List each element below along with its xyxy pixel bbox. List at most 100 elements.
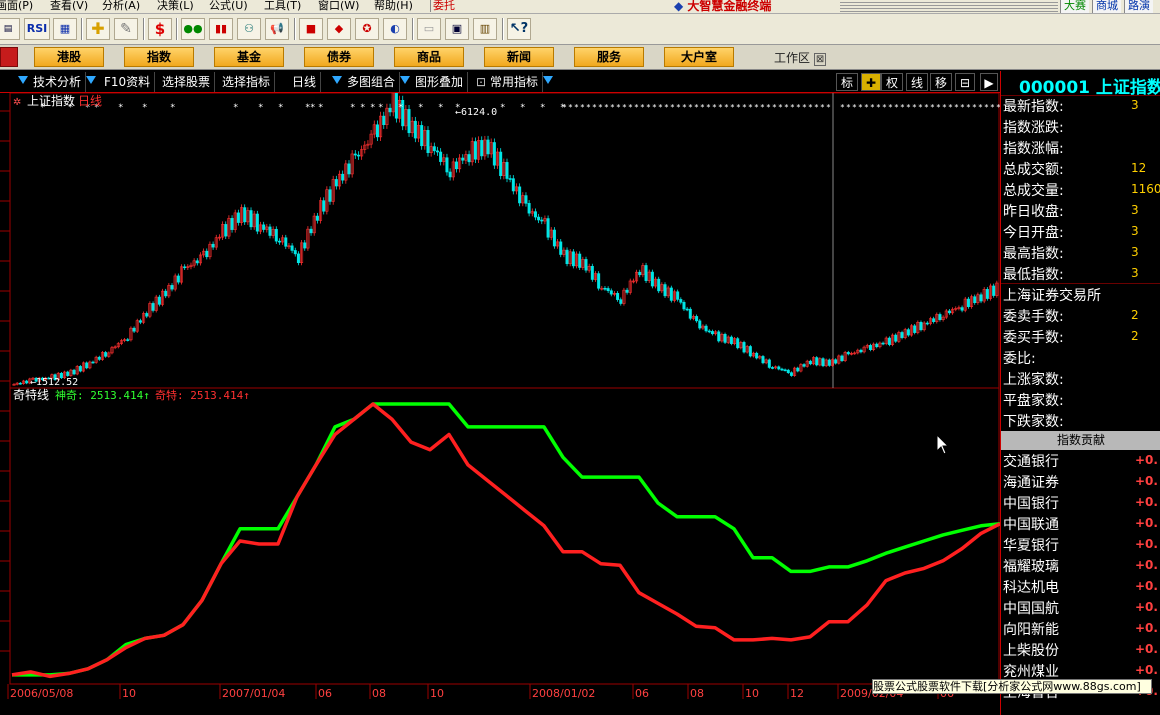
menu-item-tools[interactable]: 工具(T) — [264, 0, 301, 12]
ruler-icon[interactable]: ✎ — [114, 18, 138, 40]
nav-fund[interactable]: 基金 — [214, 47, 284, 67]
contribution-stock-name[interactable]: 交通银行 — [1003, 451, 1059, 471]
tab-technical-analysis[interactable]: 技术分析 — [29, 72, 87, 92]
nav-commodity[interactable]: 商品 — [394, 47, 464, 67]
help-cursor-icon[interactable]: ↖? — [507, 18, 531, 40]
workspace-close-icon[interactable]: ⊠ — [813, 53, 827, 66]
order-field-label: 委买手数: — [1003, 330, 1064, 346]
candle-body — [104, 352, 108, 357]
crosshair-button-icon[interactable]: ✚ — [861, 73, 881, 91]
rights-button[interactable]: 权 — [881, 73, 903, 91]
tab-f10[interactable]: F10资料 — [100, 72, 156, 92]
dropdown-arrow-icon[interactable] — [18, 76, 28, 84]
roadshow-link[interactable]: 路演 — [1124, 0, 1153, 13]
trade-button[interactable]: 委托 — [430, 0, 455, 12]
indicator-legend-shenqi: 神奇: 2513.414↑ — [55, 388, 150, 402]
quote-field-label: 总成交额: — [1003, 162, 1064, 178]
candle-body — [808, 360, 812, 365]
menu-item-decision[interactable]: 决策(L) — [157, 0, 194, 12]
contribution-stock-name[interactable]: 中国联通 — [1003, 514, 1059, 534]
candle-body — [25, 380, 29, 384]
candle-body — [616, 293, 620, 300]
contest-link[interactable]: 大赛 — [1060, 0, 1089, 13]
nav-index[interactable]: 指数 — [124, 47, 194, 67]
nav-hk-stock[interactable]: 港股 — [34, 47, 104, 67]
dropdown-arrow-icon[interactable] — [400, 76, 410, 84]
dollar-icon[interactable]: $ — [148, 18, 172, 40]
print-icon[interactable]: ▭ — [417, 18, 441, 40]
nav-service[interactable]: 服务 — [574, 47, 644, 67]
grid-view-icon[interactable]: ▤ — [0, 18, 20, 40]
contribution-stock-name[interactable]: 中国银行 — [1003, 493, 1059, 513]
binocular-icon[interactable]: ⚇ — [237, 18, 261, 40]
dropdown-arrow-icon[interactable] — [86, 76, 96, 84]
chart-area[interactable]: * * * * * * * * * * * * * * * * * * * * * * * * * * * * * * * * * * * * * * * *… — [0, 87, 1001, 700]
x-axis-label: 2008/01/02 — [532, 687, 595, 699]
line-button[interactable]: 线 — [906, 73, 928, 91]
star-marker: * — [778, 103, 783, 112]
nav-bond[interactable]: 债券 — [304, 47, 374, 67]
tab-daily[interactable]: 日线 — [288, 72, 322, 92]
mall-link[interactable]: 商城 — [1092, 0, 1121, 13]
star-marker: * — [912, 103, 917, 112]
candle-body — [729, 336, 733, 344]
contribution-stock-name[interactable]: 海通证券 — [1003, 472, 1059, 492]
menu-item-screen[interactable]: 画面(P) — [0, 0, 33, 12]
icon-toolbar: ▤ RSI ▦ ✚ ✎ $ ●● ▮▮ ⚇ 📢 ■ ◆ ✪ ◐ ▭ ▣ ▥ ↖? — [0, 14, 1160, 45]
menu-item-analysis[interactable]: 分析(A) — [102, 0, 140, 12]
globe-icon[interactable]: ◐ — [383, 18, 407, 40]
mark-button[interactable]: 标 — [836, 73, 858, 91]
candle-body — [277, 240, 281, 243]
menu-item-help[interactable]: 帮助(H) — [374, 0, 413, 12]
order-field-value: 2 — [1131, 308, 1139, 322]
bars-icon[interactable]: ▮▮ — [209, 18, 233, 40]
contribution-value: +0. — [1135, 600, 1158, 614]
red-tab-handle[interactable] — [0, 47, 18, 67]
order-field-label: 委比: — [1003, 351, 1036, 367]
diamond-icon[interactable]: ◆ — [327, 18, 351, 40]
index-contribution-header[interactable]: 指数贡献 — [1001, 431, 1160, 450]
nav-news[interactable]: 新闻 — [484, 47, 554, 67]
workspace-tab[interactable]: 工作区 ⊠ — [774, 49, 827, 66]
contribution-stock-name[interactable]: 兖州煤业 — [1003, 661, 1059, 681]
rsi-icon[interactable]: RSI — [24, 18, 50, 40]
contribution-stock-name[interactable]: 华夏银行 — [1003, 535, 1059, 555]
window-button-icon[interactable]: ⊟ — [955, 73, 975, 91]
contribution-stock-name[interactable]: 福耀玻璃 — [1003, 556, 1059, 576]
cross-cursor-icon[interactable]: ✚ — [86, 18, 110, 40]
seal-icon[interactable]: ✪ — [355, 18, 379, 40]
contribution-stock-name[interactable]: 上柴股份 — [1003, 640, 1059, 660]
move-button[interactable]: 移 — [930, 73, 952, 91]
alarm-icon[interactable]: 📢 — [265, 18, 289, 40]
menu-item-view[interactable]: 查看(V) — [50, 0, 88, 12]
tab-select-indicator[interactable]: 选择指标 — [218, 72, 276, 92]
dropdown-arrow-icon[interactable] — [332, 76, 342, 84]
candle-body — [590, 265, 594, 280]
candle-body — [578, 253, 582, 268]
tab-common-indicators[interactable]: 常用指标 — [486, 72, 544, 92]
layout-icon[interactable]: ▣ — [445, 18, 469, 40]
star-marker: * — [310, 103, 315, 113]
chart-window-icon[interactable]: ▦ — [53, 18, 77, 40]
candle-body — [66, 371, 70, 376]
candle-body — [540, 219, 544, 222]
contribution-stock-name[interactable]: 中国国航 — [1003, 598, 1059, 618]
level-icon[interactable]: ●● — [181, 18, 205, 40]
menu-item-window[interactable]: 窗口(W) — [318, 0, 359, 12]
books-icon[interactable]: ▥ — [473, 18, 497, 40]
tab-multi-chart[interactable]: 多图组合 — [343, 72, 401, 92]
nav-vip-room[interactable]: 大户室 — [664, 47, 734, 67]
menu-item-formula[interactable]: 公式(U) — [209, 0, 248, 12]
star-marker: * — [278, 103, 283, 113]
contribution-stock-name[interactable]: 向阳新能 — [1003, 619, 1059, 639]
play-button-icon[interactable]: ▶ — [980, 73, 998, 91]
candle-body — [97, 356, 101, 360]
candle-body — [783, 369, 787, 372]
tab-select-stock[interactable]: 选择股票 — [158, 72, 216, 92]
candle-body — [183, 266, 187, 269]
contribution-stock-name[interactable]: 科达机电 — [1003, 577, 1059, 597]
report-icon[interactable]: ■ — [299, 18, 323, 40]
candle-body — [685, 308, 689, 311]
tab-overlay[interactable]: 图形叠加 — [411, 72, 469, 92]
dropdown-arrow-icon[interactable] — [543, 76, 553, 84]
